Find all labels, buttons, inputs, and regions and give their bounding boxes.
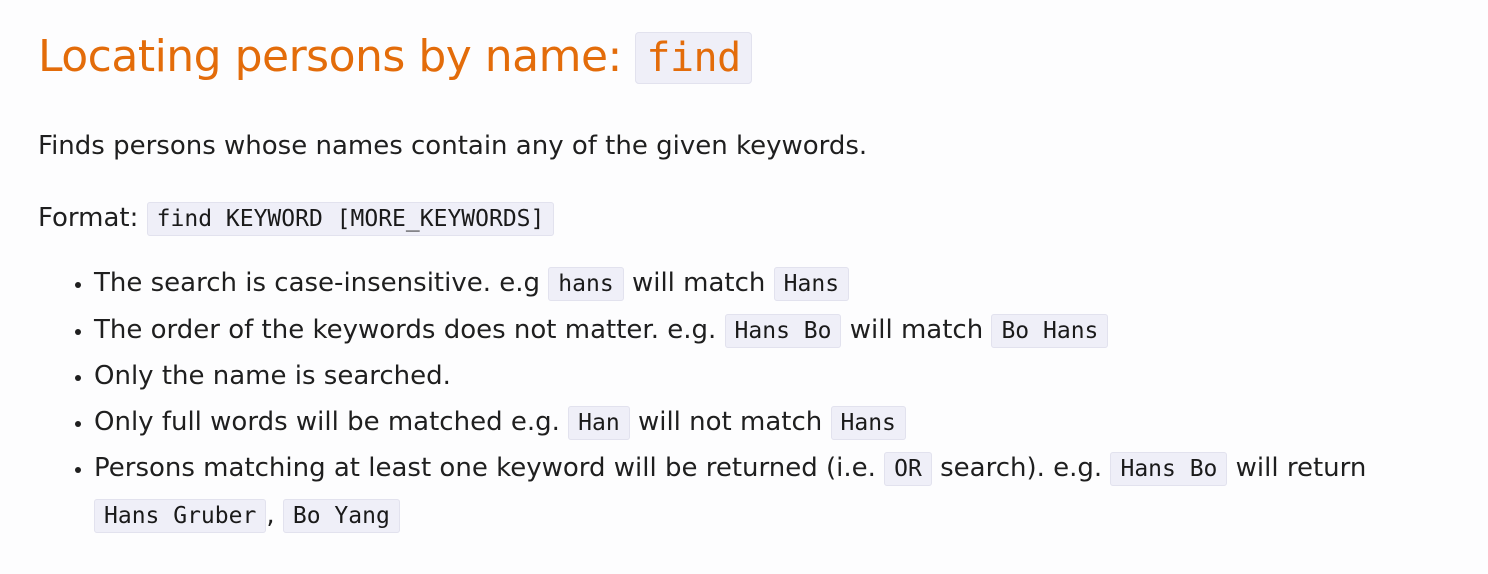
command-description: Finds persons whose names contain any of…: [38, 131, 868, 161]
inline-code: Hans Bo: [1110, 452, 1228, 486]
format-line: Format: find KEYWORD [MORE_KEYWORDS]: [38, 198, 1488, 239]
inline-code: Hans: [773, 267, 850, 301]
inline-code: hans: [548, 267, 624, 301]
inline-code: OR: [884, 452, 932, 486]
list-item: Only full words will be matched e.g. Han…: [94, 400, 1488, 447]
list-item: The search is case-insensitive. e.g hans…: [94, 261, 1488, 308]
rule-text: will not match: [629, 406, 831, 437]
rule-text: Only the name is searched.: [94, 361, 451, 391]
inline-code: Hans Bo: [724, 313, 842, 348]
list-item: Persons matching at least one keyword wi…: [94, 446, 1488, 539]
format-label: Format:: [38, 203, 147, 233]
inline-code: Bo Yang: [282, 498, 400, 533]
rule-text: search). e.g.: [931, 453, 1111, 483]
rule-text: ,: [266, 499, 283, 530]
format-syntax-code: find KEYWORD [MORE_KEYWORDS]: [146, 202, 555, 236]
inline-code: Bo Hans: [991, 313, 1109, 348]
rule-text: The search is case-insensitive. e.g: [94, 268, 549, 298]
inline-code: Hans: [830, 405, 906, 440]
rule-text: The order of the keywords does not matte…: [94, 314, 725, 345]
rule-text: will match: [623, 268, 774, 298]
rule-text: Persons matching at least one keyword wi…: [94, 453, 885, 483]
heading-text: Locating persons by name:: [38, 31, 636, 82]
list-item: The order of the keywords does not matte…: [94, 308, 1488, 355]
list-item: Only the name is searched.: [94, 354, 1488, 400]
rules-list: The search is case-insensitive. e.g hans…: [38, 261, 1488, 539]
rule-text: Only full words will be matched e.g.: [94, 406, 569, 437]
rule-text: will match: [841, 314, 992, 345]
inline-code: Hans Gruber: [94, 498, 267, 533]
document: Locating persons by name: find Finds per…: [0, 0, 1488, 574]
heading-command-code: find: [635, 32, 752, 84]
rule-text: will return: [1227, 453, 1367, 483]
inline-code: Han: [568, 405, 630, 440]
section-heading: Locating persons by name: find: [38, 22, 1488, 93]
